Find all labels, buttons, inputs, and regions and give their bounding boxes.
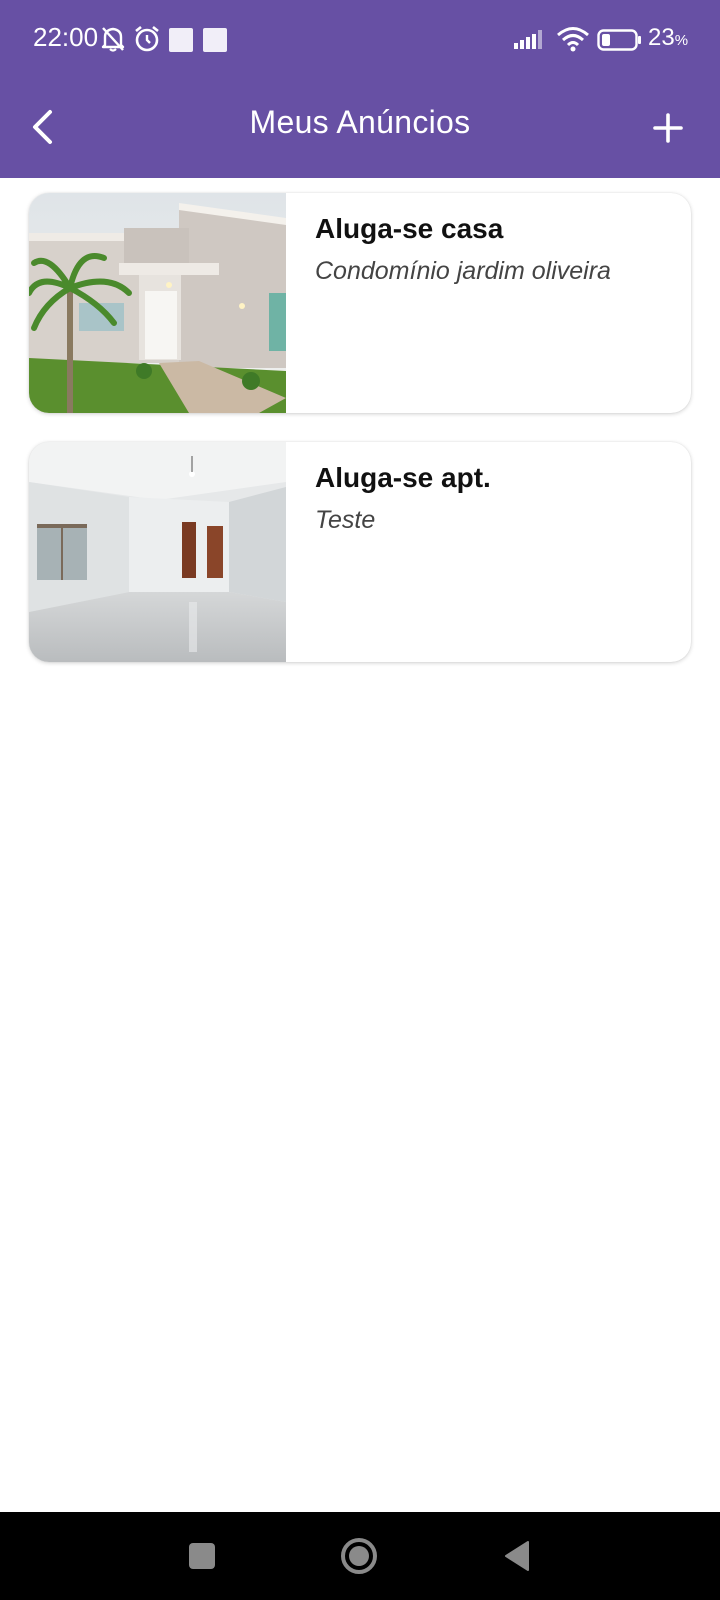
alarm-icon	[133, 25, 161, 58]
navigation-bar	[0, 1512, 720, 1600]
system-back-button[interactable]	[494, 1532, 542, 1580]
plus-icon	[653, 113, 683, 143]
signal-icon	[514, 28, 548, 55]
listing-subtitle: Teste	[315, 506, 376, 534]
notification-square-icon	[169, 28, 193, 52]
listing-title: Aluga-se apt.	[315, 462, 491, 493]
battery-icon	[597, 29, 643, 56]
add-listing-button[interactable]	[640, 100, 696, 156]
listing-photo	[29, 193, 286, 413]
triangle-back-icon	[505, 1541, 529, 1571]
listing-card[interactable]: Aluga-se apt. Teste	[29, 442, 691, 662]
notification-square-icon	[203, 28, 227, 52]
house-exterior-photo	[29, 193, 286, 413]
page-title: Meus Anúncios	[249, 104, 471, 140]
apartment-interior-photo	[29, 442, 286, 662]
screen: 22:00 23% Meus Anúncios Aluga-se casa Co…	[0, 0, 720, 1600]
recents-button[interactable]	[178, 1532, 226, 1580]
listing-subtitle: Condomínio jardim oliveira	[315, 257, 611, 285]
wifi-icon	[556, 26, 590, 57]
home-button[interactable]	[335, 1532, 383, 1580]
battery-unit: %	[674, 32, 689, 49]
circle-icon	[341, 1538, 377, 1574]
status-time: 22:00	[33, 22, 99, 52]
listing-photo	[29, 442, 286, 662]
status-bar: 22:00 23%	[0, 0, 720, 80]
battery-level: 23%	[648, 24, 688, 52]
square-icon	[189, 1543, 215, 1569]
app-bar: Meus Anúncios	[0, 80, 720, 178]
listing-card[interactable]: Aluga-se casa Condomínio jardim oliveira	[29, 193, 691, 413]
bell-off-icon	[100, 25, 126, 58]
battery-percent: 23	[648, 24, 675, 51]
listing-title: Aluga-se casa	[315, 213, 504, 244]
